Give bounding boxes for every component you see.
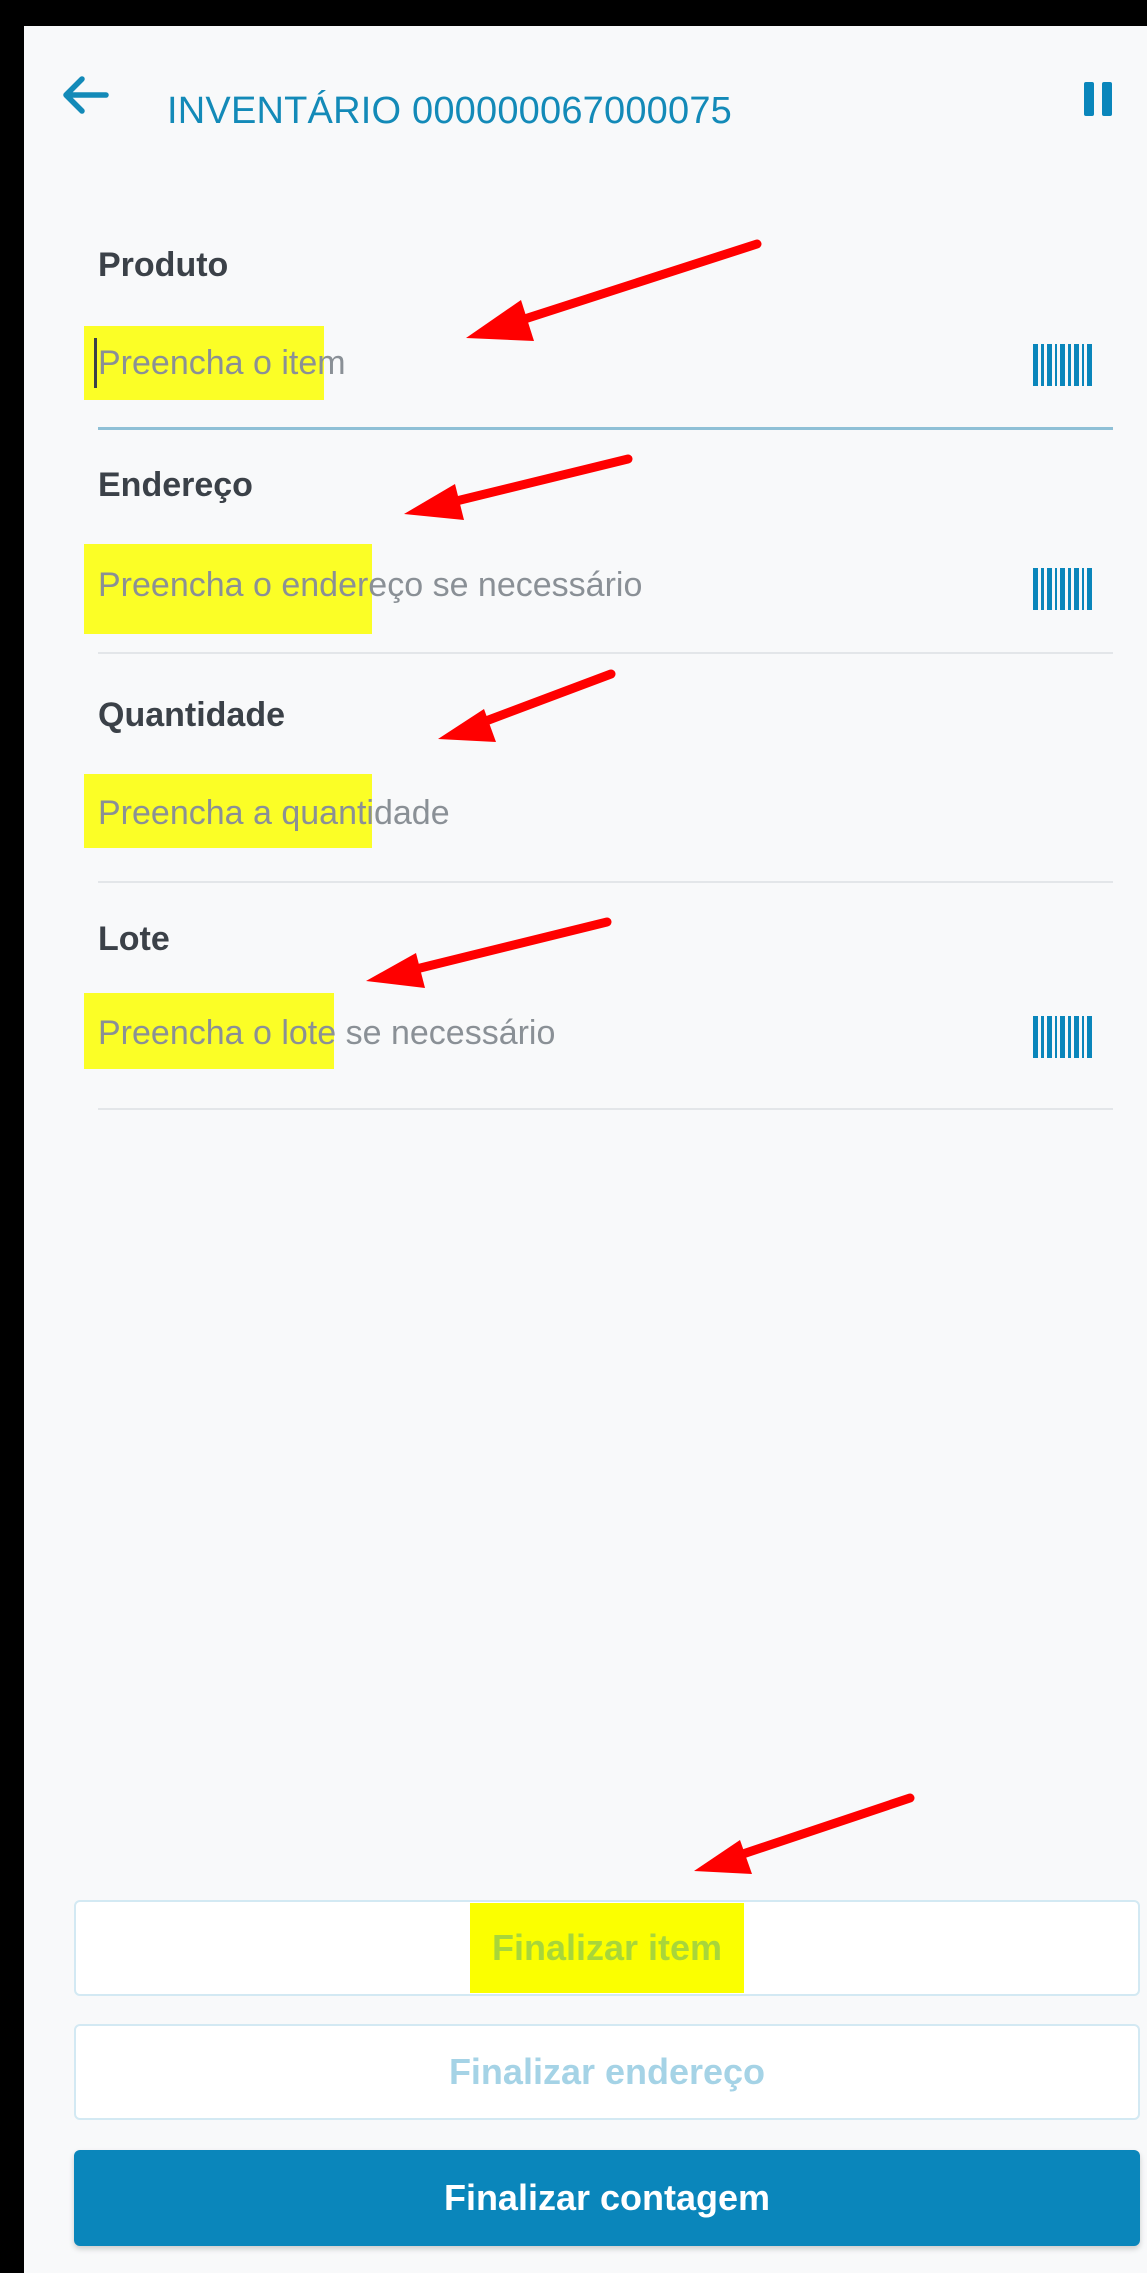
barcode-icon xyxy=(1033,568,1092,610)
finalizar-endereco-label: Finalizar endereço xyxy=(448,2051,766,2092)
finalizar-contagem-button[interactable]: Finalizar contagem xyxy=(74,2150,1140,2246)
finalizar-item-label: Finalizar item xyxy=(491,1927,723,1968)
input-placeholder-endereco: Preencha o endereço se necessário xyxy=(98,566,643,604)
field-quantidade: Quantidade Preencha a quantidade xyxy=(84,676,1113,891)
device-frame-left xyxy=(0,0,24,2273)
scan-produto-button[interactable] xyxy=(1033,344,1095,386)
field-endereco: Endereço Preencha o endereço se necessár… xyxy=(84,446,1113,661)
field-underline xyxy=(98,1108,1113,1110)
barcode-icon xyxy=(1033,344,1092,386)
pause-icon xyxy=(1084,82,1112,116)
field-lote: Lote Preencha o lote se necessário xyxy=(84,906,1113,1121)
app-header: INVENTÁRIO 000000067000075 xyxy=(24,26,1147,146)
input-placeholder-produto: Preencha o item xyxy=(98,344,346,382)
field-produto: Produto Preencha o item xyxy=(84,216,1113,436)
input-placeholder-quantidade: Preencha a quantidade xyxy=(98,794,450,832)
pause-button[interactable] xyxy=(1078,74,1118,124)
field-label-lote: Lote xyxy=(98,920,170,958)
finalizar-endereco-button[interactable]: Finalizar endereço xyxy=(74,2024,1140,2120)
finalizar-contagem-label: Finalizar contagem xyxy=(443,2177,771,2218)
field-label-quantidade: Quantidade xyxy=(98,696,286,734)
finalizar-item-label-wrap: Finalizar item xyxy=(469,1903,745,1993)
finalizar-item-button[interactable]: Finalizar item xyxy=(74,1900,1140,1996)
field-underline xyxy=(98,881,1113,883)
device-frame-top xyxy=(0,0,1147,26)
field-underline xyxy=(98,427,1113,430)
arrow-left-icon xyxy=(63,76,109,114)
scan-endereco-button[interactable] xyxy=(1033,568,1095,610)
text-cursor xyxy=(94,338,97,388)
field-label-endereco: Endereço xyxy=(98,466,253,504)
input-placeholder-lote: Preencha o lote se necessário xyxy=(98,1014,556,1052)
page-title: INVENTÁRIO 000000067000075 xyxy=(167,90,733,132)
field-underline xyxy=(98,652,1113,654)
barcode-icon xyxy=(1033,1016,1092,1058)
back-button[interactable] xyxy=(54,70,114,120)
field-label-produto: Produto xyxy=(98,246,229,284)
scan-lote-button[interactable] xyxy=(1033,1016,1095,1058)
inventory-count-screen: INVENTÁRIO 000000067000075 Produto Preen… xyxy=(24,26,1147,2273)
